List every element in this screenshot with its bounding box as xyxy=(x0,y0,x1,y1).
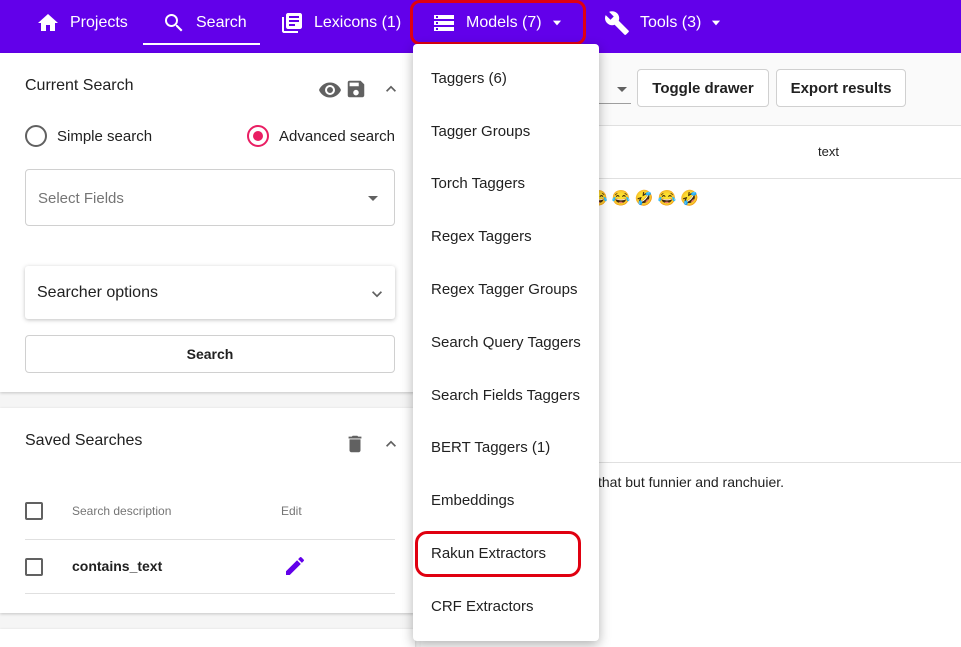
menu-item-regex-tagger-groups[interactable]: Regex Tagger Groups xyxy=(431,281,577,298)
select-fields-placeholder: Select Fields xyxy=(38,190,124,207)
table-divider xyxy=(25,593,395,594)
collapsed-panel xyxy=(0,629,415,647)
nav-search[interactable]: Search xyxy=(143,0,260,45)
nav-tools-label: Tools (3) xyxy=(640,13,702,31)
menu-item-search-fields-taggers[interactable]: Search Fields Taggers xyxy=(431,387,580,404)
wrench-icon xyxy=(605,10,629,35)
menu-item-torch-taggers[interactable]: Torch Taggers xyxy=(431,175,525,192)
save-search-button[interactable] xyxy=(345,78,367,105)
export-results-button[interactable]: Export results xyxy=(776,69,906,107)
collapse-saved-searches-button[interactable] xyxy=(381,434,401,459)
menu-item-crf-extractors[interactable]: CRF Extractors xyxy=(431,598,534,615)
collapse-current-search-button[interactable] xyxy=(381,79,401,104)
home-icon xyxy=(38,13,58,31)
saved-searches-title: Saved Searches xyxy=(25,432,143,449)
preview-button[interactable] xyxy=(317,78,343,107)
storage-icon xyxy=(434,14,454,31)
nav-search-label: Search xyxy=(196,13,247,31)
select-fields-dropdown[interactable]: Select Fields xyxy=(25,169,395,226)
models-dropdown-menu: Taggers (6) Tagger Groups Torch Taggers … xyxy=(413,44,599,641)
dropdown-arrow-icon xyxy=(368,196,378,201)
nav-lexicons[interactable]: Lexicons (1) xyxy=(280,0,401,45)
chevron-up-icon xyxy=(386,440,396,447)
nav-projects[interactable]: Projects xyxy=(36,0,128,45)
floppy-disk-icon xyxy=(347,80,365,98)
nav-models-label: Models (7) xyxy=(466,13,542,31)
delete-saved-searches-button[interactable] xyxy=(344,432,366,461)
search-icon xyxy=(165,13,183,31)
result-row-text: 😂 😂 🤣 😂 🤣 xyxy=(589,190,700,207)
pencil-icon xyxy=(286,556,305,575)
radio-advanced-search[interactable]: Advanced search xyxy=(247,125,395,147)
searcher-options-expander[interactable]: Searcher options xyxy=(25,266,395,319)
table-divider xyxy=(25,539,395,540)
current-search-panel: Current Search Simple search Advanced se… xyxy=(0,53,415,392)
edit-saved-search-button[interactable] xyxy=(283,554,307,583)
radio-simple-search-label: Simple search xyxy=(57,127,153,145)
nav-lexicons-label: Lexicons (1) xyxy=(314,13,402,31)
current-search-title: Current Search xyxy=(25,77,134,94)
eye-icon xyxy=(319,82,341,98)
menu-item-taggers[interactable]: Taggers (6) xyxy=(431,70,507,87)
dropdown-arrow-icon[interactable] xyxy=(617,87,627,92)
result-row-text: that but funnier and ranchuier. xyxy=(598,474,785,490)
sidebar: Current Search Simple search Advanced se… xyxy=(0,53,415,647)
menu-item-embeddings[interactable]: Embeddings xyxy=(431,492,514,509)
menu-item-bert-taggers[interactable]: BERT Taggers (1) xyxy=(431,439,550,456)
library-books-icon xyxy=(282,12,302,33)
searcher-options-label: Searcher options xyxy=(37,284,158,301)
saved-search-description[interactable]: contains_text xyxy=(72,558,162,574)
radio-circle-selected xyxy=(247,125,269,147)
chevron-up-icon xyxy=(386,85,396,92)
caret-down-icon xyxy=(712,20,721,25)
menu-item-tagger-groups[interactable]: Tagger Groups xyxy=(431,123,530,140)
radio-simple-search[interactable]: Simple search xyxy=(25,125,152,147)
menu-item-regex-taggers[interactable]: Regex Taggers xyxy=(431,228,532,245)
select-underline xyxy=(599,103,631,104)
menu-item-search-query-taggers[interactable]: Search Query Taggers xyxy=(431,334,581,351)
radio-circle xyxy=(25,125,47,147)
trash-icon xyxy=(348,435,362,453)
select-all-checkbox[interactable] xyxy=(25,502,43,520)
nav-projects-label: Projects xyxy=(70,13,128,31)
col-header-text: text xyxy=(818,144,839,159)
caret-down-icon xyxy=(552,20,561,25)
nav-tools[interactable]: Tools (3) xyxy=(604,0,723,45)
radio-advanced-search-label: Advanced search xyxy=(279,127,395,145)
row-checkbox[interactable] xyxy=(25,558,43,576)
nav-models[interactable]: Models (7) xyxy=(432,0,564,45)
saved-searches-panel: Saved Searches Search description Edit c… xyxy=(0,408,415,613)
active-tab-indicator xyxy=(143,43,260,45)
chevron-down-icon xyxy=(372,291,382,298)
toggle-drawer-button[interactable]: Toggle drawer xyxy=(637,69,769,107)
search-button[interactable]: Search xyxy=(25,335,395,373)
menu-item-rakun-extractors[interactable]: Rakun Extractors xyxy=(431,545,546,562)
col-header-description: Search description xyxy=(72,504,172,518)
col-header-edit: Edit xyxy=(281,504,302,518)
